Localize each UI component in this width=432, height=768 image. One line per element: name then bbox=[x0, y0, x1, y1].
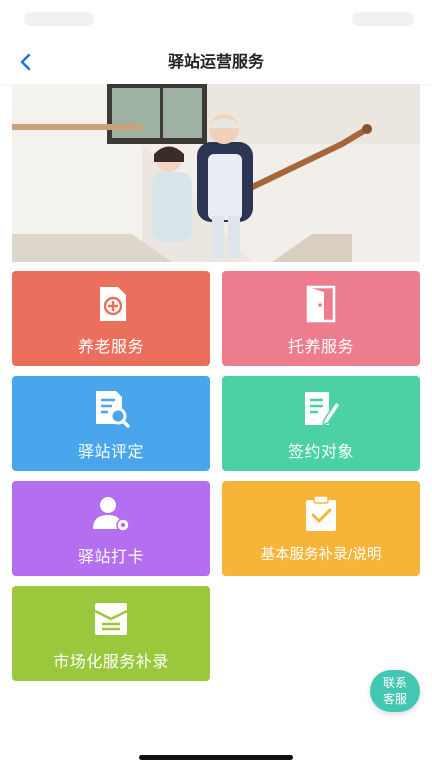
contact-service-line1: 联系 bbox=[382, 676, 407, 690]
tile-label: 托养服务 bbox=[287, 337, 354, 356]
tile-contract-target[interactable]: 签约对象 bbox=[222, 376, 420, 471]
contact-service-button[interactable]: 联系 客服 bbox=[370, 670, 420, 712]
caregiver-photo bbox=[12, 84, 420, 262]
tile-basic-service-record[interactable]: 基本服务补录/说明 bbox=[222, 481, 420, 576]
tile-custodial-care[interactable]: 托养服务 bbox=[222, 271, 420, 366]
clipboard-check-icon bbox=[306, 495, 336, 531]
tile-label: 养老服务 bbox=[77, 337, 144, 356]
status-bar bbox=[0, 0, 432, 40]
user-settings-icon bbox=[93, 497, 130, 532]
tile-station-checkin[interactable]: 驿站打卡 bbox=[12, 481, 210, 576]
page-title: 驿站运营服务 bbox=[167, 52, 264, 71]
banner-image bbox=[12, 84, 420, 262]
tile-label: 驿站打卡 bbox=[77, 547, 144, 566]
home-indicator bbox=[139, 755, 293, 760]
navigation-bar: 驿站运营服务 bbox=[0, 40, 432, 84]
contact-service-line2: 客服 bbox=[382, 692, 407, 706]
document-edit-icon bbox=[305, 392, 342, 427]
tile-station-rating[interactable]: 驿站评定 bbox=[12, 376, 210, 471]
document-search-icon bbox=[96, 391, 130, 428]
tile-label: 驿站评定 bbox=[77, 442, 144, 461]
tile-label: 市场化服务补录 bbox=[53, 652, 169, 671]
tile-label: 签约对象 bbox=[287, 442, 354, 461]
tile-elderly-care[interactable]: 养老服务 bbox=[12, 271, 210, 366]
add-document-icon bbox=[100, 287, 126, 321]
door-enter-icon bbox=[306, 285, 336, 323]
tile-label: 基本服务补录/说明 bbox=[260, 547, 382, 563]
status-indicators bbox=[352, 12, 414, 26]
status-time bbox=[24, 12, 94, 26]
envelope-card-icon bbox=[94, 603, 128, 635]
tile-market-service-record[interactable]: 市场化服务补录 bbox=[12, 586, 210, 681]
